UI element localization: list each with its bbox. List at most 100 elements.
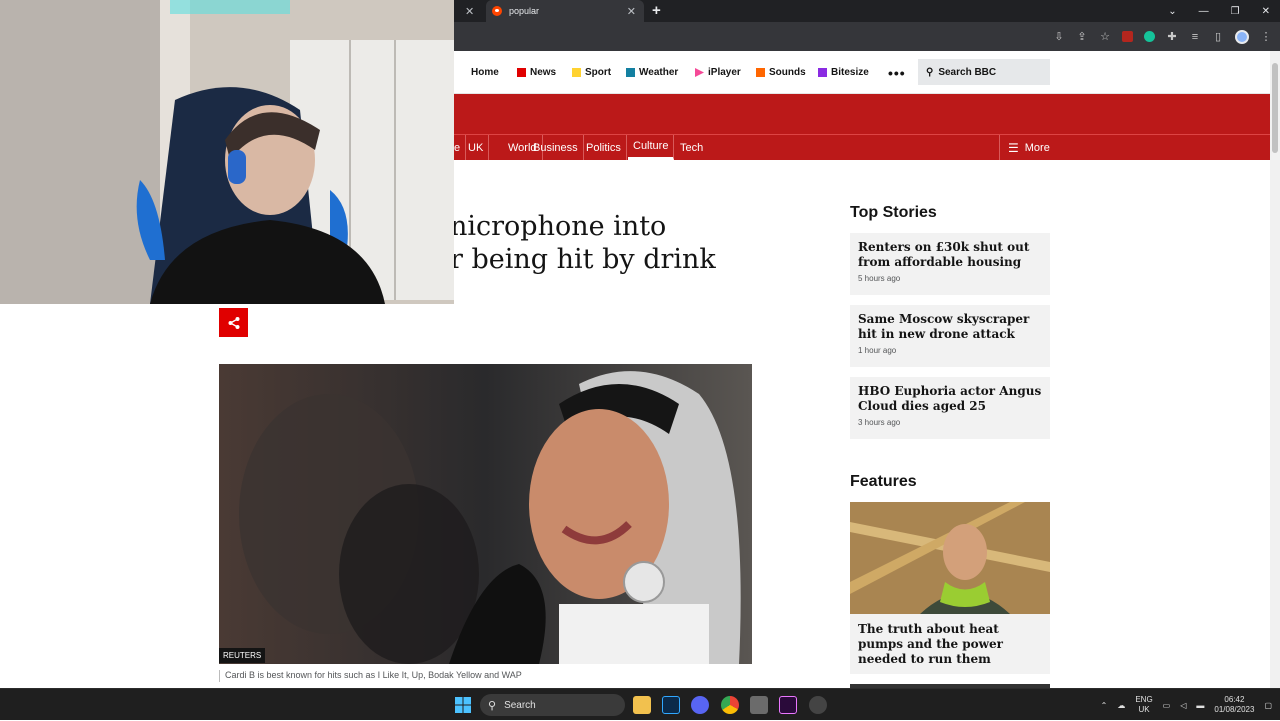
new-tab-button[interactable]: + [652,2,661,19]
cloud-icon[interactable]: ☁ [1117,701,1125,710]
feature-photo [850,502,1050,614]
image-caption: Cardi B is best known for hits such as I… [219,670,522,682]
adblock-extension-icon[interactable] [1122,31,1133,42]
search-icon: ⚲ [488,699,497,712]
scrollbar-thumb[interactable] [1272,63,1278,153]
system-tray: ⌃ ☁ ENG UK ▭ ◁ ▬ 06:42 01/08/2023 ▢ [1101,689,1272,721]
nav-home[interactable]: Home [471,51,499,94]
profile-avatar[interactable] [1235,29,1249,44]
bookmark-star-icon[interactable]: ☆ [1099,31,1111,43]
browser-tab-popular[interactable]: popular ✕ [486,0,644,22]
nav-iplayer[interactable]: iPlayer [695,51,741,94]
windows-taskbar: ⚲ Search ⌃ ☁ ENG UK ▭ ◁ ▬ 06:42 01/08/20… [0,688,1280,720]
page-scrollbar[interactable] [1270,51,1280,688]
windows-start-icon[interactable] [454,696,472,714]
story-time: 3 hours ago [858,418,901,427]
browser-tab-previous[interactable]: ✕ [455,0,485,22]
iplayer-icon [695,68,704,77]
section-nav: e UK World Business Politics Culture Tec… [454,134,1270,160]
premiere-pro-icon[interactable] [779,696,797,714]
chevron-up-icon[interactable]: ⌃ [1101,701,1108,710]
search-icon: ⚲ [926,66,934,78]
clock-time: 06:42 [1224,695,1245,704]
feature-card[interactable]: The truth about heat pumps and the power… [850,502,1050,674]
feature-image [850,502,1050,614]
share-button[interactable] [219,308,248,337]
clock[interactable]: 06:42 01/08/2023 [1214,695,1254,715]
story-title: HBO Euphoria actor Angus Cloud dies aged… [858,384,1042,413]
section-item-uk[interactable]: UK [463,135,490,160]
discord-icon[interactable] [691,696,709,714]
section-more-button[interactable]: ☰ More [999,135,1050,160]
tab-label: popular [509,6,540,16]
install-icon[interactable]: ⇩ [1053,31,1065,43]
more-label: More [1024,141,1050,154]
top-story-card[interactable]: Same Moscow skyscraper hit in new drone … [850,305,1050,367]
grammarly-extension-icon[interactable] [1144,31,1155,42]
image-credit: REUTERS [219,648,266,663]
toolbar-icons: ⇩ ⇪ ☆ ✚ ≡ ▯ ⋮ [1053,22,1272,51]
lang-top: ENG [1135,695,1153,704]
search-placeholder: Search BBC [938,66,997,78]
close-icon[interactable]: ✕ [465,5,474,18]
restore-icon[interactable]: ❐ [1231,6,1240,17]
volume-icon[interactable]: ◁ [1180,701,1186,710]
obs-icon[interactable] [809,696,827,714]
extensions-puzzle-icon[interactable]: ✚ [1166,31,1178,43]
top-story-card[interactable]: Renters on £30k shut out from affordable… [850,233,1050,295]
nav-more-button[interactable]: ••• [888,51,906,94]
nav-sport[interactable]: Sport [572,51,611,94]
language-indicator[interactable]: ENG UK [1135,695,1152,715]
hamburger-menu-icon: ☰ [1008,140,1019,155]
story-time: 5 hours ago [858,274,901,283]
top-story-card[interactable]: HBO Euphoria actor Angus Cloud dies aged… [850,377,1050,439]
nav-weather[interactable]: Weather [626,51,678,94]
story-title: Renters on £30k shut out from affordable… [858,240,1030,269]
section-item-tech[interactable]: Tech [675,135,708,160]
network-icon[interactable]: ▭ [1163,701,1171,710]
section-item-business[interactable]: Business [528,135,584,160]
nav-label: Sounds [769,67,806,78]
share-page-icon[interactable]: ⇪ [1076,31,1088,43]
article-headline: nicrophone into r being hit by drink [450,210,810,276]
section-item-culture[interactable]: Culture [628,135,675,160]
taskbar-search-box[interactable]: ⚲ Search [480,694,625,716]
minimize-icon[interactable]: — [1199,6,1209,17]
section-item-politics[interactable]: Politics [581,135,627,160]
features-heading: Features [850,473,917,490]
close-icon[interactable]: ✕ [627,5,636,18]
nav-bitesize[interactable]: Bitesize [818,51,869,94]
menu-kebab-icon[interactable]: ⋮ [1260,31,1272,43]
nav-label: Home [471,67,499,78]
notification-icon[interactable]: ▢ [1264,701,1272,710]
tab-search-icon[interactable]: ⌄ [1168,6,1176,17]
news-masthead [454,94,1270,134]
window-controls: ⌄ — ❐ ✕ [1168,0,1270,22]
taskbar-search-label: Search [504,699,536,711]
reading-list-icon[interactable]: ≡ [1189,31,1201,43]
nav-label: News [530,67,557,78]
side-panel-icon[interactable]: ▯ [1212,31,1224,43]
nav-sounds[interactable]: Sounds [756,51,806,94]
search-bbc-input[interactable]: ⚲ Search BBC [918,59,1050,85]
nav-label: Weather [639,67,679,78]
nav-label: Bitesize [831,67,869,78]
app-icon[interactable] [750,696,768,714]
clock-date: 01/08/2023 [1214,705,1255,714]
weather-icon [626,68,635,77]
chrome-icon[interactable] [721,696,739,714]
nav-label: Sport [585,67,612,78]
close-window-icon[interactable]: ✕ [1262,6,1270,17]
photoshop-icon[interactable] [662,696,680,714]
lang-bottom: UK [1138,705,1150,714]
hero-photo [219,364,752,664]
sounds-icon [756,68,765,77]
bbc-global-nav: Home News Sport Weather iPlayer Sounds B… [454,51,1270,94]
headline-line: r being hit by drink [450,244,716,275]
nav-news[interactable]: News [517,51,556,94]
news-icon [517,68,526,77]
file-explorer-icon[interactable] [633,696,651,714]
headline-line: nicrophone into [450,211,667,242]
share-icon [228,316,239,329]
battery-icon[interactable]: ▬ [1196,701,1204,710]
